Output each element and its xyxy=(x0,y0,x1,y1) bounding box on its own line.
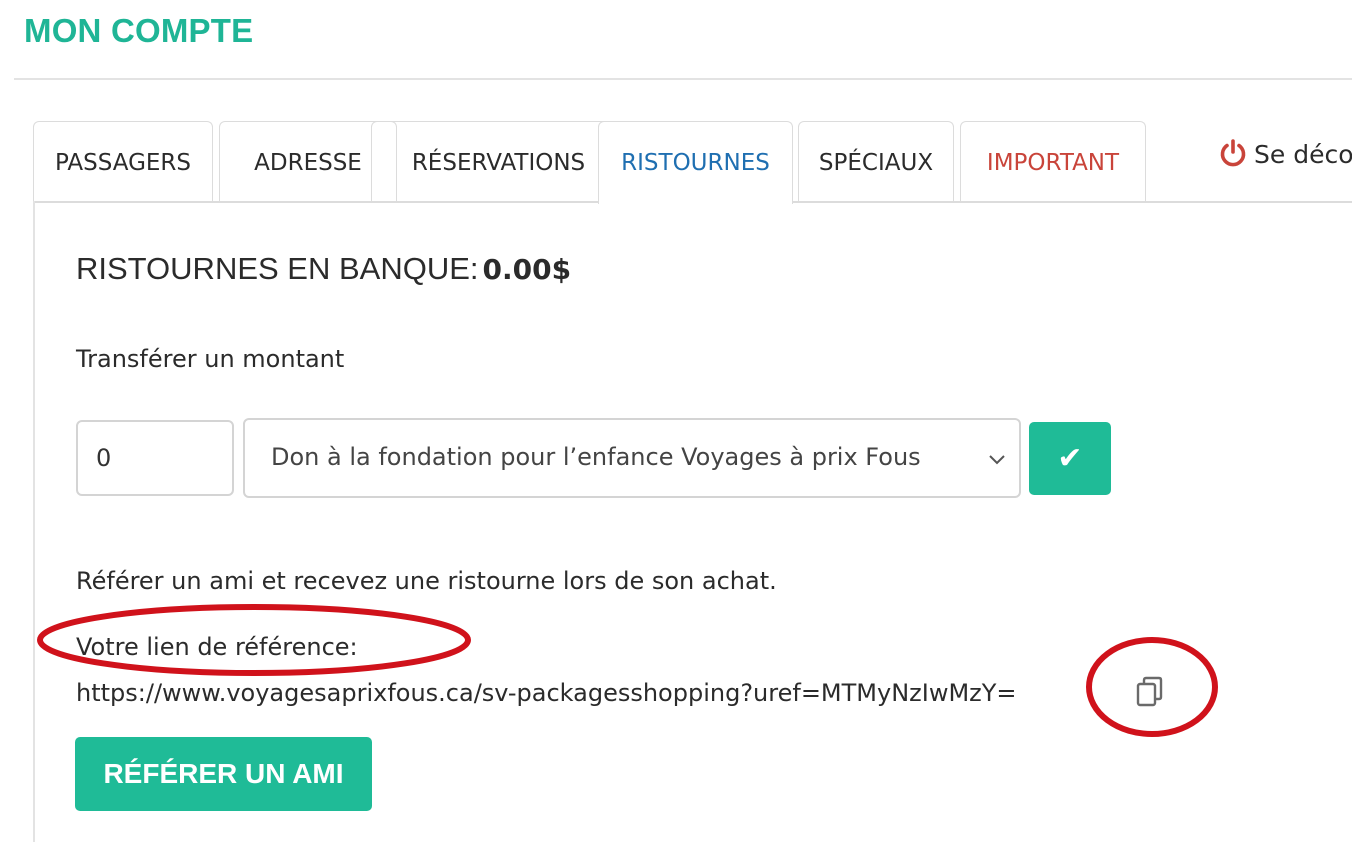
power-icon xyxy=(1218,138,1248,174)
tab-important[interactable]: IMPORTANT xyxy=(960,121,1146,201)
select-value: Don à la fondation pour l’enfance Voyage… xyxy=(271,443,921,471)
referral-link-label: Votre lien de référence: xyxy=(76,633,358,661)
referral-link[interactable]: https://www.voyagesaprixfous.ca/sv-packa… xyxy=(76,679,1017,707)
submit-transfer-button[interactable]: ✔ xyxy=(1029,422,1111,495)
tab-reservations[interactable]: RÉSERVATIONS xyxy=(371,121,626,201)
title-divider xyxy=(14,78,1352,80)
referral-intro: Référer un ami et recevez une ristourne … xyxy=(76,567,777,595)
bank-label: RISTOURNES EN BANQUE: xyxy=(76,251,479,286)
amount-input[interactable] xyxy=(76,420,234,496)
copy-icon[interactable] xyxy=(1135,675,1165,713)
bank-amount: 0.00$ xyxy=(482,253,572,286)
transfer-destination-select[interactable]: Don à la fondation pour l’enfance Voyage… xyxy=(243,418,1021,498)
tab-passagers[interactable]: PASSAGERS xyxy=(33,121,213,201)
tab-speciaux[interactable]: SPÉCIAUX xyxy=(798,121,954,201)
page-title: MON COMPTE xyxy=(24,12,254,49)
tab-ristournes[interactable]: RISTOURNES xyxy=(598,121,793,204)
transfer-label: Transférer un montant xyxy=(76,345,345,373)
bank-balance: RISTOURNES EN BANQUE: 0.00$ xyxy=(76,251,571,287)
chevron-down-icon xyxy=(987,452,1007,471)
logout-link[interactable]: Se déco xyxy=(1218,138,1352,174)
content-left-border xyxy=(33,201,35,842)
logout-label: Se déco xyxy=(1254,140,1352,169)
refer-friend-button[interactable]: RÉFÉRER UN AMI xyxy=(75,737,372,811)
